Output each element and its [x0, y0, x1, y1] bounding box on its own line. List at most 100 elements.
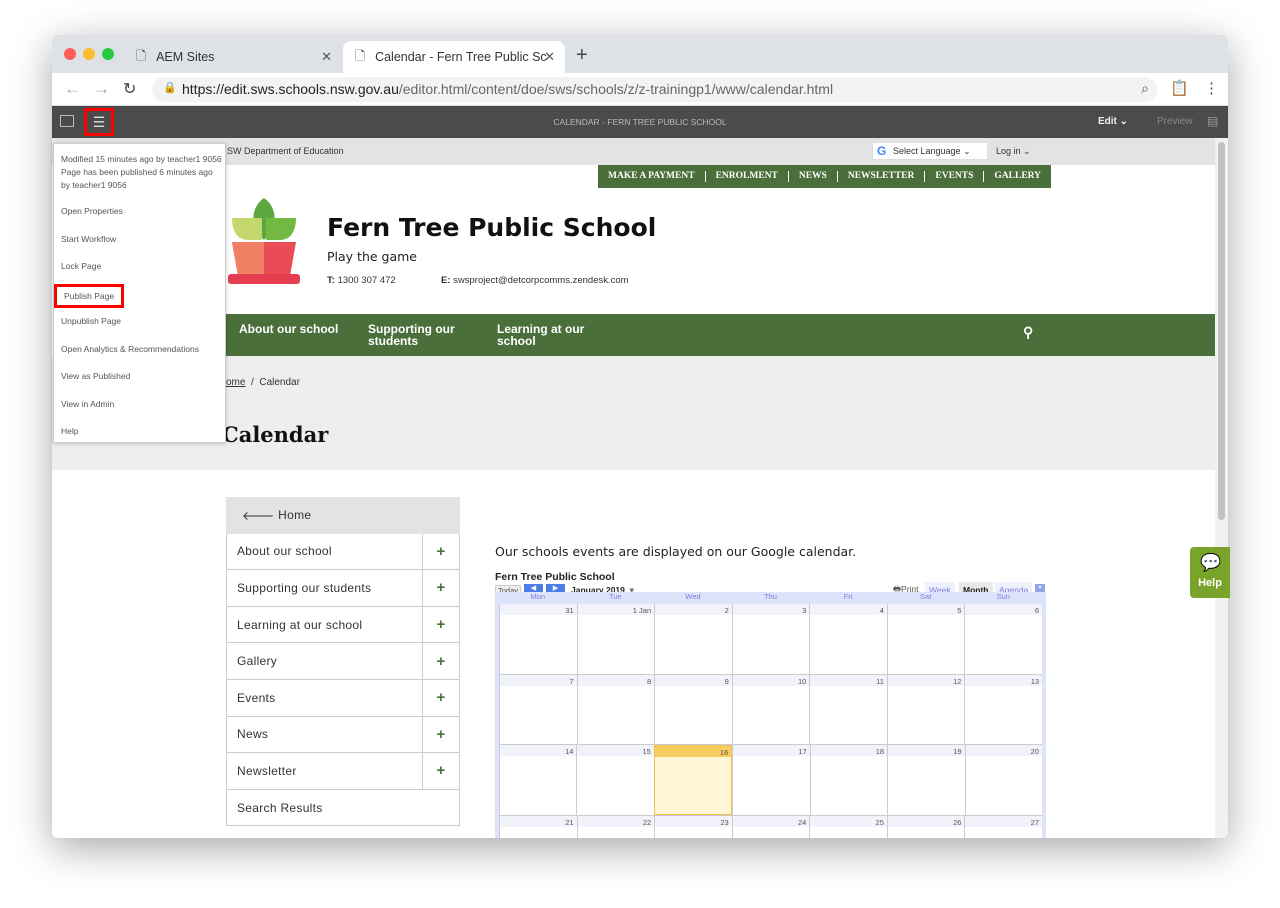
expand-icon[interactable]: + — [422, 753, 459, 789]
news-link[interactable]: NEWS — [789, 171, 838, 182]
day-number: 6 — [1034, 606, 1040, 615]
calendar-day[interactable]: 9 — [654, 674, 732, 744]
calendar-day[interactable]: 8 — [576, 674, 655, 744]
calendar-day[interactable]: 19 — [887, 745, 965, 815]
calendar-day[interactable]: 25 — [809, 815, 887, 838]
annotations-icon[interactable]: ▤ — [1207, 114, 1218, 128]
expand-icon[interactable]: + — [422, 716, 459, 753]
close-tab-icon[interactable]: ✕ — [544, 49, 555, 65]
new-tab-button[interactable]: + — [576, 44, 588, 67]
calendar-day[interactable]: 15 — [576, 745, 654, 815]
menu-item-unpublish-page[interactable]: Unpublish Page — [61, 316, 121, 326]
language-select[interactable]: G Select Language ⌄ — [872, 142, 988, 160]
day-number: 12 — [953, 676, 962, 686]
breadcrumb-home[interactable]: ome — [226, 377, 245, 388]
calendar-day[interactable]: 21 — [499, 815, 577, 838]
calendar-day[interactable]: 27 — [964, 815, 1043, 838]
gallery-link[interactable]: GALLERY — [984, 171, 1051, 182]
menu-item-view-as-published[interactable]: View as Published — [61, 371, 130, 381]
reload-icon[interactable]: ↻ — [123, 79, 136, 99]
make-payment-link[interactable]: MAKE A PAYMENT — [598, 171, 706, 182]
mode-selector[interactable]: Edit ⌄ — [1098, 116, 1128, 127]
more-icon[interactable]: ⋮ — [1204, 79, 1219, 97]
calendar-day[interactable]: 4 — [809, 604, 887, 674]
close-tab-icon[interactable]: ✕ — [321, 49, 332, 65]
events-link[interactable]: EVENTS — [925, 171, 985, 182]
calendar-grid: Mon Tue Wed Thu Fri Sat Sun 31 1 Jan 2 3 4 5 6 7 8 9 10 1… — [495, 592, 1046, 838]
menu-item-help[interactable]: Help — [61, 426, 78, 436]
scrollbar[interactable] — [1215, 138, 1228, 838]
calendar-day[interactable]: 23 — [654, 815, 732, 838]
enrolment-link[interactable]: ENROLMENT — [706, 171, 789, 182]
calendar-day[interactable]: 13 — [964, 674, 1043, 744]
school-logo — [228, 198, 300, 284]
utility-strip: SW Department of Education G Select Langu… — [52, 138, 1215, 165]
page-content: SW Department of Education G Select Langu… — [52, 138, 1215, 838]
calendar-day[interactable]: 12 — [886, 674, 965, 744]
calendar-day[interactable]: 20 — [964, 745, 1042, 815]
calendar-day[interactable]: 16 — [653, 745, 733, 815]
email[interactable]: E: swsproject@detcorpcomms.zendesk.com — [441, 275, 629, 286]
day-number: 31 — [565, 606, 574, 615]
expand-icon[interactable]: + — [422, 570, 459, 606]
nav-learning[interactable]: Learning at our school — [497, 323, 587, 347]
side-item[interactable]: About our school + — [226, 533, 460, 571]
login-menu[interactable]: Log in ⌄ — [996, 146, 1031, 157]
menu-item-publish-page[interactable]: Publish Page — [54, 283, 125, 308]
calendar-day[interactable]: 31 — [499, 604, 577, 674]
calendar-day[interactable]: 11 — [809, 674, 887, 744]
calendar-day[interactable]: 2 — [654, 604, 732, 674]
zoom-icon[interactable]: ⌕ — [1141, 80, 1149, 97]
day-number: 8 — [646, 676, 652, 686]
menu-item-start-workflow[interactable]: Start Workflow — [61, 234, 116, 244]
day-number: 13 — [1030, 676, 1040, 686]
calendar-day[interactable]: 6 — [964, 604, 1043, 674]
menu-item-open-analytics-recommendations[interactable]: Open Analytics & Recommendations — [61, 344, 199, 354]
side-item[interactable]: Gallery + — [226, 643, 460, 680]
side-item[interactable]: Events + — [226, 679, 460, 717]
side-home[interactable]: 🡐 Home — [226, 497, 460, 534]
clipboard-icon[interactable]: 📋 — [1170, 79, 1189, 97]
side-item[interactable]: Supporting our students + — [226, 570, 460, 607]
preview-button[interactable]: Preview — [1157, 116, 1193, 127]
calendar-day[interactable]: 10 — [731, 674, 810, 744]
side-search-results[interactable]: Search Results — [226, 789, 460, 827]
day-number: 26 — [953, 817, 962, 827]
expand-icon[interactable]: + — [422, 533, 459, 570]
tab-aem-sites[interactable]: 🗋 AEM Sites ✕ — [124, 41, 342, 73]
search-icon[interactable]: ⚲ — [1023, 325, 1033, 339]
menu-item-lock-page[interactable]: Lock Page — [61, 261, 101, 271]
tab-calendar[interactable]: 🗋 Calendar - Fern Tree Public Sc ✕ — [343, 41, 565, 73]
lock-icon: 🔒 — [163, 82, 177, 94]
url-input[interactable]: 🔒 https://edit.sws.schools.nsw.gov.au/edi… — [152, 77, 1157, 102]
side-item[interactable]: News + — [226, 716, 460, 754]
close-window-button[interactable] — [64, 48, 76, 60]
calendar-day[interactable]: 26 — [886, 815, 965, 838]
expand-icon[interactable]: + — [422, 679, 459, 716]
back-icon[interactable]: ← — [64, 79, 81, 99]
calendar-day[interactable]: 7 — [499, 674, 577, 744]
calendar-day[interactable]: 14 — [499, 745, 577, 815]
nav-about[interactable]: About our school — [239, 323, 338, 335]
google-icon: G — [877, 144, 887, 158]
calendar-day[interactable]: 24 — [731, 815, 810, 838]
calendar-day[interactable]: 5 — [886, 604, 965, 674]
expand-icon[interactable]: + — [422, 606, 459, 643]
newsletter-link[interactable]: NEWSLETTER — [838, 171, 926, 182]
menu-item-view-in-admin[interactable]: View in Admin — [61, 399, 114, 409]
forward-icon[interactable]: → — [93, 79, 110, 99]
calendar-day[interactable]: 1 Jan — [576, 604, 655, 674]
nav-supporting[interactable]: Supporting our students — [368, 323, 458, 347]
calendar-day[interactable]: 3 — [731, 604, 810, 674]
side-item[interactable]: Learning at our school + — [226, 606, 460, 644]
maximize-window-button[interactable] — [102, 48, 114, 60]
expand-icon[interactable]: + — [422, 643, 459, 679]
help-button[interactable]: 💬 Help — [1190, 547, 1230, 598]
day-header: Fri — [843, 592, 853, 601]
menu-item-open-properties[interactable]: Open Properties — [61, 206, 123, 216]
calendar-day[interactable]: 17 — [732, 745, 810, 815]
calendar-day[interactable]: 22 — [576, 815, 655, 838]
side-item[interactable]: Newsletter + — [226, 753, 460, 790]
calendar-day[interactable]: 18 — [809, 745, 888, 815]
minimize-window-button[interactable] — [83, 48, 95, 60]
